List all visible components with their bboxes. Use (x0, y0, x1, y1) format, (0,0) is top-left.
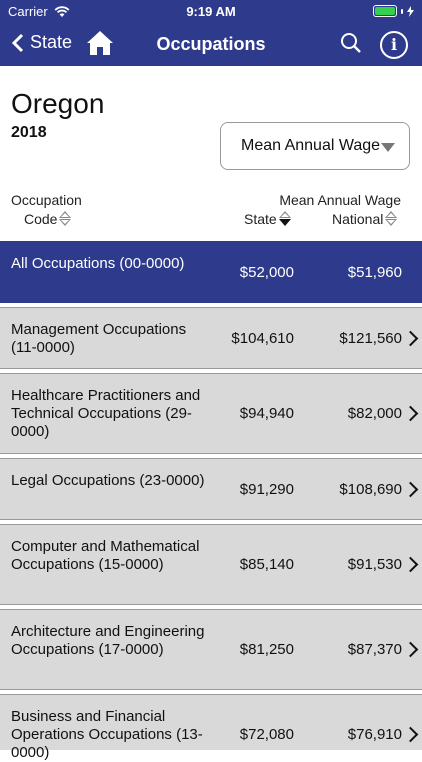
national-wage: $121,560 (339, 330, 402, 347)
top-bar: Carrier 9:19 AM State Occupations i (0, 0, 422, 66)
occupation-name: Legal Occupations (23-0000) (11, 472, 205, 489)
occupation-header-label: Occupation (11, 192, 82, 208)
sort-desc-icon (278, 211, 291, 226)
search-icon[interactable] (340, 32, 362, 54)
national-header-label: National (332, 211, 384, 227)
info-icon[interactable]: i (380, 31, 408, 59)
national-wage: $91,530 (347, 556, 402, 573)
national-wage: $108,690 (339, 481, 402, 498)
dropdown-arrow-icon (381, 143, 395, 152)
sort-icon (59, 211, 72, 226)
wage-group-header: Mean Annual Wage (279, 192, 401, 208)
table-row[interactable]: Computer and Mathematical Occupations (1… (0, 524, 422, 605)
chevron-right-icon (402, 641, 419, 658)
chevron-right-icon (402, 330, 419, 347)
charging-icon (407, 5, 414, 17)
wage-type-select[interactable]: Mean Annual Wage (220, 122, 410, 170)
state-wage: $72,080 (239, 726, 294, 743)
battery-icon (373, 5, 414, 17)
all-occupations-row: All Occupations (00-0000) $52,000 $51,96… (0, 241, 422, 303)
table-row[interactable]: Business and Financial Operations Occupa… (0, 694, 422, 761)
status-time: 9:19 AM (186, 4, 236, 19)
sort-icon (385, 211, 398, 226)
table-row[interactable]: Management Occupations (11-0000) $104,61… (0, 307, 422, 369)
national-wage: $51,960 (347, 264, 402, 281)
state-wage: $104,610 (231, 330, 294, 347)
status-bar: Carrier 9:19 AM (0, 0, 422, 22)
state-wage: $52,000 (239, 264, 294, 281)
national-wage: $76,910 (347, 726, 402, 743)
table-row[interactable]: Healthcare Practitioners and Technical O… (0, 373, 422, 454)
occupation-name: Management Occupations (11-0000) (11, 321, 187, 356)
chevron-right-icon (402, 405, 419, 422)
national-sort-header[interactable]: National (332, 211, 398, 227)
chevron-right-icon (402, 481, 419, 498)
occupation-name: Healthcare Practitioners and Technical O… (11, 387, 201, 440)
state-header-label: State (244, 211, 277, 227)
occupation-name: Architecture and Engineering Occupations… (11, 623, 205, 658)
national-wage: $82,000 (347, 405, 402, 422)
state-wage: $85,140 (239, 556, 294, 573)
state-sort-header[interactable]: State (244, 211, 291, 227)
wage-type-value: Mean Annual Wage (241, 137, 381, 154)
code-header-label: Code (24, 211, 58, 227)
chevron-right-icon (402, 726, 419, 743)
state-name: Oregon (11, 88, 105, 119)
state-wage: $81,250 (239, 641, 294, 658)
national-wage: $87,370 (347, 641, 402, 658)
occupation-name: All Occupations (00-0000) (11, 255, 185, 272)
table-row[interactable]: Architecture and Engineering Occupations… (0, 609, 422, 690)
occupation-name: Computer and Mathematical Occupations (1… (11, 538, 200, 573)
code-sort-header[interactable]: Code (24, 211, 72, 227)
nav-bar: State Occupations i (0, 22, 422, 66)
state-wage: $94,940 (239, 405, 294, 422)
state-wage: $91,290 (239, 481, 294, 498)
occupation-name: Business and Financial Operations Occupa… (11, 708, 203, 761)
year-label: 2018 (11, 124, 47, 141)
table-row[interactable]: Legal Occupations (23-0000) $91,290 $108… (0, 458, 422, 520)
chevron-right-icon (402, 556, 419, 573)
